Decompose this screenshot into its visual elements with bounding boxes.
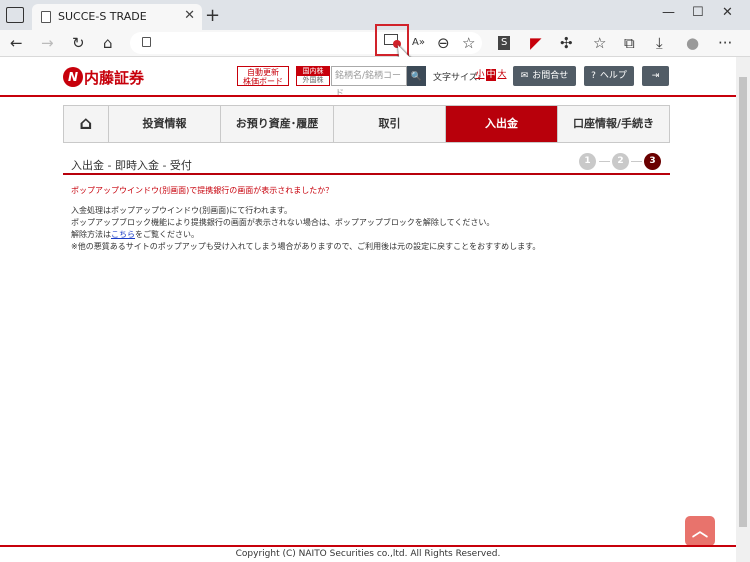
lock-icon [142,37,151,47]
popup-notice: ポップアップウインドウ(別画面)で提携銀行の画面が表示されましたか？ [71,186,334,195]
home-icon: ⌂ [79,113,93,134]
extensions-icon[interactable]: ✣ [560,34,573,52]
extension-s-icon[interactable]: S [498,36,511,50]
extension-flag-icon[interactable]: ◤ [530,34,542,52]
board-label-1: 自動更新 [247,68,279,77]
stock-board-button[interactable]: 自動更新 株価ボード [237,66,289,86]
page-title: 入出金 - 即時入金 - 受付 [71,159,192,172]
logo-text: 内藤証券 [84,68,145,87]
page-content: N 内藤証券 自動更新 株価ボード 国内株 外国株 銘柄名/銘柄コード 🔍 文字… [0,57,736,562]
step-indicator-2: 2 [612,153,629,170]
tab-close-icon[interactable]: ✕ [184,8,195,23]
browser-tab[interactable]: SUCCE-S TRADE ✕ [32,4,202,30]
logout-icon: ⇥ [651,71,660,81]
step-indicator-3: 3 [644,153,661,170]
maximize-button[interactable]: ☐ [692,5,704,20]
search-icon: 🔍 [410,72,423,82]
board-label-2: 株価ボード [243,77,283,86]
add-favorite-icon[interactable]: ☆ [462,34,475,52]
mail-icon: ✉ [520,71,529,81]
step-indicator-1: 1 [579,153,596,170]
font-size-small[interactable]: 小 [475,69,485,81]
scrollbar[interactable] [736,57,750,562]
refresh-icon[interactable]: ↻ [72,34,85,52]
page-favicon-icon [41,11,51,23]
nav-home[interactable]: ⌂ [64,106,109,142]
nav-assets-history[interactable]: お預り資産･履歴 [221,106,334,142]
font-size-large[interactable]: 大 [497,69,507,81]
market-selector[interactable]: 国内株 外国株 [296,66,330,86]
instructions: 入金処理はポップアップウインドウ(別画面)にて行われます。 ポップアップブロック… [71,205,540,253]
font-size-label: 文字サイズ: [433,73,481,83]
favorites-icon[interactable]: ☆ [593,34,606,52]
header-divider [0,95,736,97]
instruction-line: 入金処理はポップアップウインドウ(別画面)にて行われます。 [71,206,293,215]
back-icon[interactable]: ← [10,34,23,52]
forward-icon[interactable]: → [41,34,54,52]
font-size-medium[interactable]: 中 [486,69,496,81]
new-tab-button[interactable]: + [205,5,220,26]
nav-investment-info[interactable]: 投資情報 [109,106,221,142]
instruction-line: 解除方法はこちらをご覧ください。 [71,230,199,239]
contact-label: お問合せ [532,71,569,81]
nav-trade[interactable]: 取引 [334,106,446,142]
site-logo[interactable]: N 内藤証券 [63,67,144,87]
instruction-line: ※他の悪質あるサイトのポップアップも受け入れてしまう場合がありますので、ご利用後… [71,242,541,251]
footer-divider [0,545,736,547]
popup-blocked-icon[interactable] [384,34,401,48]
instruction-line: ポップアップブロック機能により提携銀行の画面が表示されない場合は、ポップアップブ… [71,218,495,227]
chevron-up-icon: ︿ [691,521,708,540]
help-link[interactable]: こちら [111,230,135,239]
profile-icon[interactable]: ● [686,34,699,52]
step-connector [631,161,642,162]
page-title-row: 入出金 - 即時入金 - 受付 1 2 3 [63,153,670,175]
more-icon[interactable]: ··· [718,34,732,52]
question-icon: ? [591,71,596,81]
address-bar[interactable] [130,32,482,54]
contact-button[interactable]: ✉ お問合せ [513,66,576,86]
read-aloud-icon[interactable]: A» [412,34,425,52]
close-window-button[interactable]: ✕ [722,5,733,20]
step-connector [599,161,610,162]
downloads-icon[interactable]: ⤓ [656,34,663,52]
tab-actions-icon[interactable] [6,7,24,23]
zoom-icon[interactable]: ⊖ [437,34,450,52]
logout-button[interactable]: ⇥ [642,66,669,86]
help-button[interactable]: ? ヘルプ [584,66,634,86]
market-foreign[interactable]: 外国株 [297,76,329,85]
scrollbar-thumb[interactable] [739,77,747,527]
stock-search-input[interactable]: 銘柄名/銘柄コード [331,66,407,99]
nav-deposit-withdrawal[interactable]: 入出金 [446,106,558,142]
collections-icon[interactable]: ⧉ [624,34,635,52]
nav-account-info[interactable]: 口座情報/手続き [558,106,669,142]
minimize-button[interactable]: — [662,5,675,20]
search-button[interactable]: 🔍 [407,66,426,86]
global-nav: ⌂ 投資情報 お預り資産･履歴 取引 入出金 口座情報/手続き [63,105,670,143]
copyright: Copyright (C) NAITO Securities co.,ltd. … [235,549,501,559]
tab-title: SUCCE-S TRADE [58,10,147,23]
market-domestic[interactable]: 国内株 [297,67,329,76]
logo-mark: N [63,67,83,87]
help-label: ヘルプ [599,71,627,81]
page-top-button[interactable]: ︿ [685,516,715,546]
home-icon[interactable]: ⌂ [103,34,113,52]
